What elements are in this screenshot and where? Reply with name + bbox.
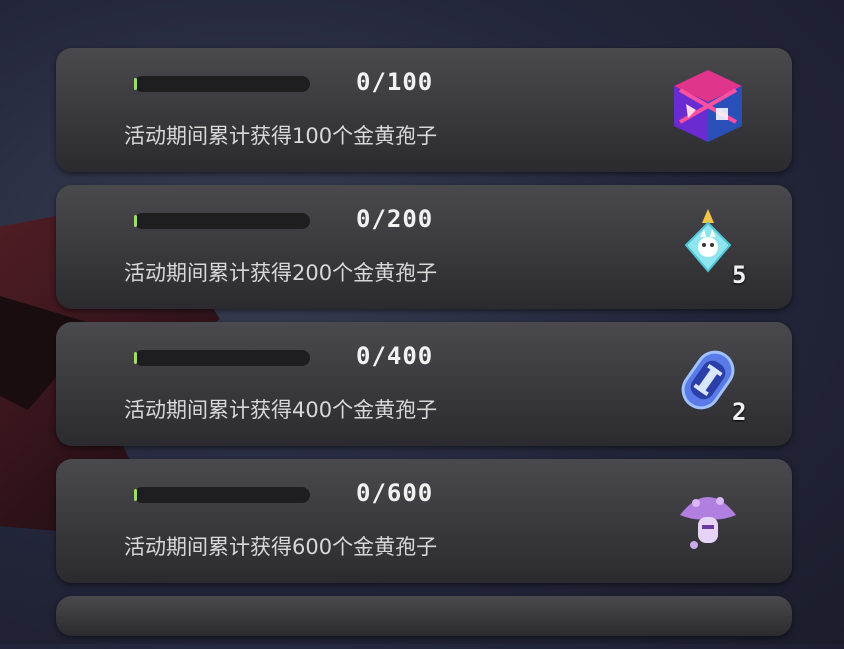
task-list: 0/100 活动期间累计获得100个金黄孢子 0/200 活动期间累计获得200… (56, 48, 792, 649)
task-card-600[interactable]: 0/600 活动期间累计获得600个金黄孢子 (56, 459, 792, 583)
purple-mushroom-icon[interactable] (666, 475, 750, 559)
task-description: 活动期间累计获得100个金黄孢子 (124, 124, 438, 148)
progress-text: 0/100 (356, 68, 434, 96)
task-card-partial[interactable] (56, 596, 792, 636)
task-description: 活动期间累计获得400个金黄孢子 (124, 398, 438, 422)
progress-bar-fill (134, 215, 137, 227)
progress-bar (134, 350, 310, 366)
task-card-100[interactable]: 0/100 活动期间累计获得100个金黄孢子 (56, 48, 792, 172)
progress-text: 0/600 (356, 479, 434, 507)
reward-count: 2 (732, 398, 747, 426)
task-description: 活动期间累计获得600个金黄孢子 (124, 535, 438, 559)
task-description: 活动期间累计获得200个金黄孢子 (124, 261, 438, 285)
progress-bar (134, 213, 310, 229)
progress-bar (134, 76, 310, 92)
progress-bar-fill (134, 489, 137, 501)
cube-gift-box-icon[interactable] (666, 64, 750, 148)
progress-bar-fill (134, 78, 137, 90)
reward-count: 5 (732, 261, 747, 289)
progress-bar (134, 487, 310, 503)
task-card-400[interactable]: 0/400 活动期间累计获得400个金黄孢子 2 (56, 322, 792, 446)
task-card-200[interactable]: 0/200 活动期间累计获得200个金黄孢子 5 (56, 185, 792, 309)
progress-text: 0/400 (356, 342, 434, 370)
progress-text: 0/200 (356, 205, 434, 233)
progress-bar-fill (134, 352, 137, 364)
